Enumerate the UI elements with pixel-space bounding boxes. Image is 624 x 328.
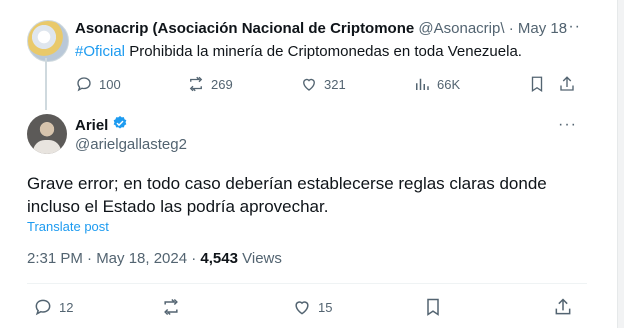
reply-button[interactable]: 12 bbox=[33, 297, 73, 317]
reply-icon bbox=[33, 297, 53, 317]
parent-tweet[interactable]: Asonacrip (Asociación Nacional de Cripto… bbox=[0, 0, 590, 110]
views-label: Views bbox=[237, 250, 282, 267]
views-icon bbox=[413, 75, 431, 93]
divider bbox=[27, 283, 587, 284]
tweet-time[interactable]: 2:31 PM · May 18, 2024 · bbox=[27, 250, 200, 267]
more-icon[interactable]: ··· bbox=[562, 18, 581, 36]
like-icon bbox=[300, 75, 318, 93]
views-count: 4,543 bbox=[200, 250, 238, 267]
tweet-text: #Oficial Prohibida la minería de Criptom… bbox=[75, 43, 522, 60]
share-button[interactable] bbox=[558, 75, 576, 93]
bookmark-icon bbox=[528, 75, 546, 93]
like-icon bbox=[292, 297, 312, 317]
reply-button[interactable]: 100 bbox=[75, 75, 121, 93]
separator-dot: · bbox=[508, 20, 514, 37]
like-count: 321 bbox=[324, 76, 346, 92]
reply-count: 12 bbox=[59, 299, 74, 315]
thread-connector-line bbox=[45, 58, 47, 110]
like-button[interactable]: 321 bbox=[300, 75, 346, 93]
author-name-row: Ariel bbox=[75, 115, 128, 135]
like-count: 15 bbox=[318, 299, 333, 315]
verified-badge-icon bbox=[112, 115, 128, 135]
tweet-text: Grave error; en todo caso deberían estab… bbox=[27, 174, 547, 216]
hashtag-link[interactable]: #Oficial bbox=[75, 43, 125, 60]
parent-tweet-header: Asonacrip (Asociación Nacional de Cripto… bbox=[75, 20, 567, 37]
avatar[interactable] bbox=[27, 20, 69, 62]
retweet-button[interactable] bbox=[161, 297, 181, 317]
translate-link[interactable]: Translate post bbox=[27, 219, 109, 234]
tweet-timestamp: 2:31 PM · May 18, 2024 · 4,543 Views bbox=[27, 250, 282, 267]
more-icon[interactable]: ··· bbox=[558, 116, 577, 134]
reply-count: 100 bbox=[99, 76, 121, 92]
retweet-button[interactable]: 269 bbox=[187, 75, 233, 93]
retweet-icon bbox=[161, 297, 181, 317]
share-button[interactable] bbox=[553, 297, 573, 317]
like-button[interactable]: 15 bbox=[292, 297, 332, 317]
tweet-text-body: Prohibida la minería de Criptomonedas en… bbox=[125, 43, 522, 60]
author-name[interactable]: Ariel bbox=[75, 117, 108, 134]
views-count: 66K bbox=[437, 76, 461, 92]
share-icon bbox=[553, 297, 573, 317]
author-name[interactable]: Asonacrip (Asociación Nacional de Cripto… bbox=[75, 20, 414, 37]
share-icon bbox=[558, 75, 576, 93]
avatar[interactable] bbox=[27, 114, 67, 154]
tweet-date[interactable]: May 18 bbox=[518, 20, 567, 37]
author-handle[interactable]: @arielgallasteg2 bbox=[75, 136, 187, 153]
views-button[interactable]: 66K bbox=[413, 75, 460, 93]
retweet-count: 269 bbox=[211, 76, 233, 92]
author-handle[interactable]: @Asonacrip\ bbox=[418, 20, 504, 37]
bookmark-button[interactable] bbox=[528, 75, 546, 93]
retweet-icon bbox=[187, 75, 205, 93]
bookmark-button[interactable] bbox=[423, 297, 443, 317]
reply-icon bbox=[75, 75, 93, 93]
scrollbar-track[interactable] bbox=[618, 0, 624, 328]
bookmark-icon bbox=[423, 297, 443, 317]
